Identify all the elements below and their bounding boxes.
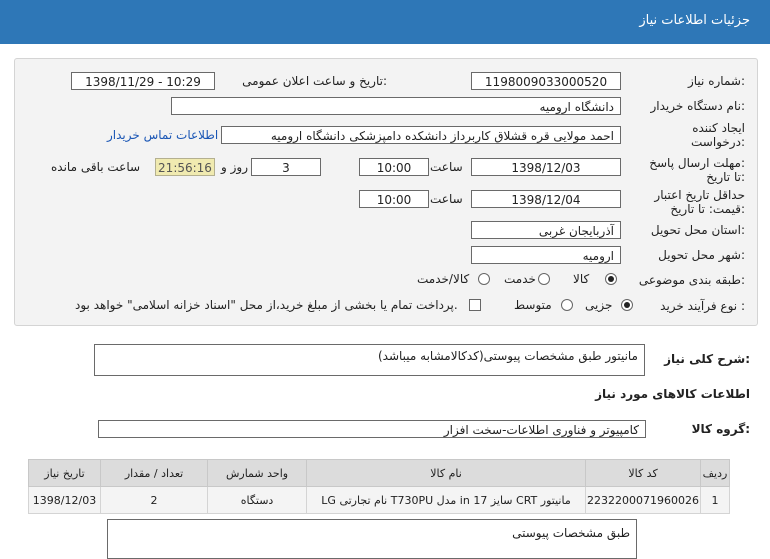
page-header: جزئیات اطلاعات نیاز bbox=[0, 0, 770, 44]
category-option-service: خدمت bbox=[504, 272, 536, 286]
buyer-field[interactable]: دانشگاه ارومیه bbox=[171, 97, 621, 115]
th-item-code: کد کالا bbox=[585, 459, 701, 487]
reply-date-field[interactable]: 1398/12/03 bbox=[471, 158, 621, 176]
cell-row-number: 1 bbox=[700, 486, 730, 514]
validity-time-field[interactable]: 10:00 bbox=[359, 190, 429, 208]
cell-need-date: 1398/12/03 bbox=[27, 486, 102, 514]
province-label: استان محل تحویل: bbox=[650, 223, 745, 237]
city-label: شهر محل تحویل: bbox=[658, 248, 745, 262]
remaining-label: ساعت باقی مانده bbox=[51, 160, 141, 174]
table-row[interactable]: 1 2232200071960026 مانیتور CRT سایز 17 i… bbox=[27, 486, 730, 514]
process-option-medium: متوسط bbox=[514, 298, 552, 312]
th-item-name: نام کالا bbox=[306, 459, 587, 487]
category-radio-goods-service[interactable] bbox=[478, 273, 490, 285]
remaining-timer: 21:56:16 bbox=[155, 158, 215, 176]
days-label: روز و bbox=[221, 160, 248, 174]
category-radio-goods[interactable] bbox=[605, 273, 617, 285]
buyer-contact-link[interactable]: اطلاعات تماس خریدار bbox=[107, 128, 218, 142]
category-label: طبقه بندی موضوعی: bbox=[638, 273, 745, 287]
creator-field[interactable]: احمد مولایی قره قشلاق کاربرداز دانشکده د… bbox=[221, 126, 621, 144]
goods-group-field[interactable]: کامپیوتر و فناوری اطلاعات-سخت افزار bbox=[98, 420, 646, 438]
th-row-number: ردیف bbox=[700, 459, 730, 487]
buyer-label: نام دستگاه خریدار: bbox=[650, 99, 746, 113]
th-need-date: تاریخ نیاز bbox=[27, 459, 102, 487]
validity-date-field[interactable]: 1398/12/04 bbox=[471, 190, 621, 208]
cell-unit: دستگاه bbox=[207, 486, 308, 514]
process-radio-medium[interactable] bbox=[561, 299, 573, 311]
details-panel: شماره نیاز: 1198009033000520 تاریخ و ساع… bbox=[14, 58, 758, 326]
reply-deadline-label-2: تا تاریخ: bbox=[706, 170, 745, 184]
province-field[interactable]: آذربایجان غربی bbox=[471, 221, 621, 239]
page-title: جزئیات اطلاعات نیاز bbox=[639, 13, 750, 28]
summary-label: شرح کلی نیاز: bbox=[664, 352, 750, 366]
validity-label-1: حداقل تاریخ اعتبار bbox=[654, 188, 745, 202]
announce-field[interactable]: 1398/11/29 - 10:29 bbox=[71, 72, 215, 90]
treasury-checkbox[interactable] bbox=[469, 299, 481, 311]
announce-label: تاریخ و ساعت اعلان عمومی: bbox=[242, 74, 387, 88]
city-field[interactable]: ارومیه bbox=[471, 246, 621, 264]
creator-label-1: ایجاد کننده bbox=[692, 121, 745, 135]
reply-time-label: ساعت bbox=[430, 160, 463, 174]
need-number-field[interactable]: 1198009033000520 bbox=[471, 72, 621, 90]
goods-table: ردیف کد کالا نام کالا واحد شمارش تعداد /… bbox=[27, 459, 730, 514]
validity-label-2: قیمت: تا تاریخ: bbox=[670, 202, 745, 216]
goods-section-title: اطلاعات کالاهای مورد نیاز bbox=[595, 387, 750, 401]
creator-label-2: درخواست: bbox=[691, 135, 745, 149]
category-option-goods: کالا bbox=[573, 272, 590, 286]
category-radio-service[interactable] bbox=[538, 273, 550, 285]
validity-time-label: ساعت bbox=[430, 192, 463, 206]
summary-field[interactable]: مانیتور طبق مشخصات پیوستی(کدکالامشابه می… bbox=[94, 344, 645, 376]
treasury-text: پرداخت تمام یا بخشی از مبلغ خرید،از محل … bbox=[75, 298, 458, 312]
reply-time-field[interactable]: 10:00 bbox=[359, 158, 429, 176]
cell-item-code: 2232200071960026 bbox=[585, 486, 701, 514]
th-unit: واحد شمارش bbox=[207, 459, 308, 487]
notes-field[interactable]: طبق مشخصات پیوستی bbox=[107, 519, 637, 559]
need-number-label: شماره نیاز: bbox=[687, 74, 745, 88]
process-radio-minor[interactable] bbox=[621, 299, 633, 311]
process-label: نوع فرآیند خرید : bbox=[660, 299, 745, 313]
days-field[interactable]: 3 bbox=[251, 158, 321, 176]
process-option-minor: جزیی bbox=[585, 298, 613, 312]
reply-deadline-label-1: مهلت ارسال پاسخ: bbox=[649, 156, 745, 170]
goods-group-label: گروه کالا: bbox=[691, 422, 750, 436]
cell-quantity: 2 bbox=[100, 486, 209, 514]
th-quantity: تعداد / مقدار bbox=[100, 459, 209, 487]
cell-item-name: مانیتور CRT سایز 17 in مدل T730PU نام تج… bbox=[306, 486, 587, 514]
category-option-goods-service: کالا/خدمت bbox=[417, 272, 470, 286]
